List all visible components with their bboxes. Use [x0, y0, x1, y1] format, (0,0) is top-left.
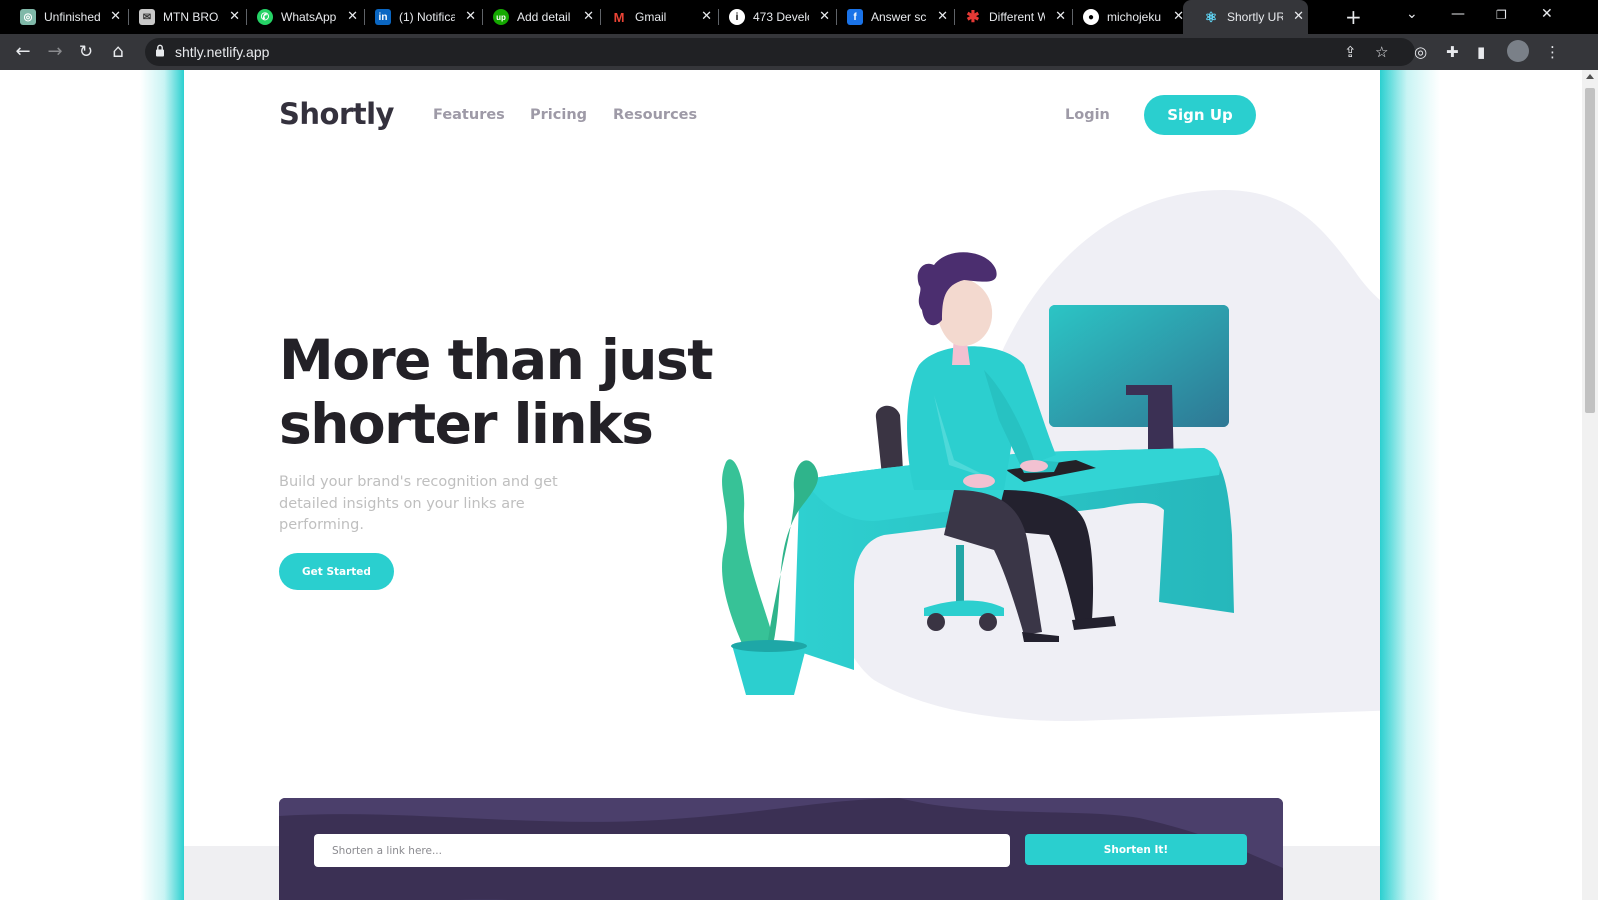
- tab-shortly[interactable]: ⚛ Shortly UR ✕: [1183, 0, 1308, 34]
- asterisk-icon: ✱: [966, 9, 980, 26]
- react-icon: ⚛: [1204, 8, 1218, 25]
- tab-developers[interactable]: i 473 Develo ✕: [709, 0, 834, 34]
- home-icon[interactable]: ⌂: [107, 41, 129, 63]
- page-glow-right: [1380, 70, 1440, 900]
- linkedin-icon: in: [375, 9, 391, 25]
- upwork-icon: up: [493, 9, 509, 25]
- forward-icon[interactable]: →: [44, 41, 66, 63]
- plant-pot: [732, 645, 806, 695]
- browser-tab-bar: ◎ Unfinished ✕ ✉ MTN BROA ✕ ✆ WhatsApp ✕…: [0, 0, 1598, 34]
- get-started-button[interactable]: Get Started: [279, 553, 394, 590]
- side-panel-icon[interactable]: ▮: [1477, 43, 1485, 61]
- answer-icon: f: [847, 9, 863, 25]
- login-link[interactable]: Login: [1065, 107, 1110, 123]
- tab-linkedin[interactable]: in (1) Notifica ✕: [355, 0, 480, 34]
- hero-subtitle: Build your brand's recognition and get d…: [279, 474, 558, 533]
- tab-title: Different W: [989, 10, 1045, 24]
- hand: [963, 474, 995, 488]
- tab-title: michojeku: [1107, 10, 1162, 24]
- bookmark-star-icon[interactable]: ☆: [1375, 43, 1388, 61]
- tab-title: Unfinished: [44, 10, 100, 24]
- tab-title: 473 Develo: [753, 10, 809, 24]
- tab-different[interactable]: ✱ Different W ✕: [945, 0, 1070, 34]
- gmail-icon: M: [613, 9, 625, 25]
- whatsapp-icon: ✆: [257, 9, 273, 25]
- close-window-icon[interactable]: ✕: [1541, 6, 1553, 22]
- plant-pot-rim: [731, 640, 807, 652]
- page-scrollbar[interactable]: [1582, 70, 1598, 900]
- minimize-icon[interactable]: —: [1451, 6, 1465, 22]
- tab-title: MTN BROA: [163, 10, 219, 24]
- shortly-site: Shortly Features Pricing Resources Login…: [184, 70, 1380, 900]
- github-icon: ●: [1083, 9, 1099, 25]
- shorten-button[interactable]: Shorten It!: [1025, 834, 1247, 865]
- tab-answer[interactable]: f Answer sc ✕: [827, 0, 952, 34]
- tab-unfinished[interactable]: ◎ Unfinished ✕: [0, 0, 125, 34]
- extension-circle-icon[interactable]: ◎: [1414, 43, 1427, 61]
- tab-whatsapp[interactable]: ✆ WhatsApp ✕: [237, 0, 362, 34]
- mail-icon: ✉: [139, 9, 155, 25]
- info-icon: i: [729, 9, 745, 25]
- working-person-illustration: [722, 190, 1380, 721]
- avatar[interactable]: [1507, 40, 1529, 62]
- restore-icon[interactable]: ❐: [1496, 8, 1507, 22]
- page-glow-left: [140, 70, 184, 900]
- reload-icon[interactable]: ↻: [75, 41, 97, 63]
- address-bar[interactable]: shtly.netlify.app: [145, 38, 1415, 66]
- back-icon[interactable]: ←: [12, 41, 34, 63]
- brand-logo[interactable]: Shortly: [279, 97, 394, 131]
- close-icon[interactable]: ✕: [1293, 8, 1304, 24]
- hand: [1020, 460, 1048, 472]
- nav-pricing[interactable]: Pricing: [530, 107, 587, 123]
- tab-title: Answer sc: [871, 10, 927, 24]
- nav-features[interactable]: Features: [433, 107, 505, 123]
- tab-upwork[interactable]: up Add detail ✕: [473, 0, 598, 34]
- shorten-panel: Shorten It!: [279, 798, 1283, 900]
- tab-mtn[interactable]: ✉ MTN BROA ✕: [119, 0, 244, 34]
- scrollbar-thumb[interactable]: [1585, 88, 1595, 413]
- scroll-up-arrow[interactable]: [1586, 74, 1594, 79]
- share-icon[interactable]: ⇪: [1344, 43, 1357, 61]
- url-text: shtly.netlify.app: [175, 44, 270, 60]
- browser-toolbar: ← → ↻ ⌂ shtly.netlify.app ⇪ ☆ ◎ ✚ ▮ ⋮: [0, 34, 1598, 70]
- page-viewport: Shortly Features Pricing Resources Login…: [0, 70, 1582, 900]
- tab-title: Gmail: [635, 10, 667, 24]
- new-tab-icon[interactable]: +: [1345, 5, 1362, 29]
- menu-dots-icon[interactable]: ⋮: [1545, 43, 1560, 61]
- chevron-down-icon[interactable]: ⌄: [1406, 6, 1418, 22]
- tab-title: WhatsApp: [281, 10, 337, 24]
- puzzle-icon[interactable]: ✚: [1446, 43, 1459, 61]
- signup-button[interactable]: Sign Up: [1144, 95, 1256, 135]
- tab-title: Add detail: [517, 10, 571, 24]
- chair-post: [956, 545, 964, 605]
- tab-github[interactable]: ● michojeku ✕: [1063, 0, 1188, 34]
- tab-title: Shortly UR: [1227, 10, 1283, 24]
- tab-gmail[interactable]: M Gmail ✕: [591, 0, 716, 34]
- chatgpt-icon: ◎: [20, 9, 36, 25]
- chair-wheel: [979, 613, 997, 631]
- shorten-link-input[interactable]: [314, 834, 1010, 867]
- tab-title: (1) Notifica: [399, 10, 455, 24]
- chair-wheel: [927, 613, 945, 631]
- lock-icon: [156, 44, 164, 57]
- nav-resources[interactable]: Resources: [613, 107, 697, 123]
